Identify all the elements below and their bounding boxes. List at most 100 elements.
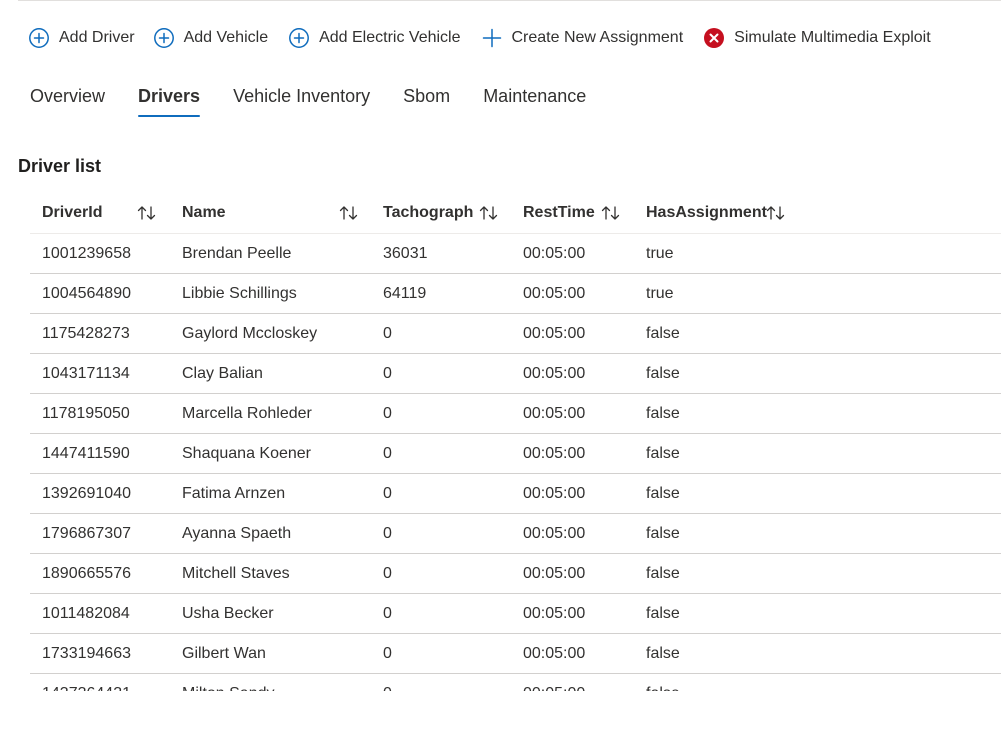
cell-tachograph: 0 xyxy=(383,674,392,692)
cell-hasassignment: false xyxy=(646,604,680,622)
tab-maintenance[interactable]: Maintenance xyxy=(483,83,586,117)
cell-resttime: 00:05:00 xyxy=(523,604,586,622)
table-row[interactable]: 1178195050 Marcella Rohleder 0 00:05:00 fals… xyxy=(30,394,1001,434)
tab-drivers[interactable]: Drivers xyxy=(138,83,201,117)
cell-tachograph: 0 xyxy=(383,644,392,662)
cell-driverid: 1392691040 xyxy=(42,484,131,502)
cell-resttime: 00:05:00 xyxy=(523,324,586,342)
table-header: DriverId Name Tachograph RestTime HasAss… xyxy=(30,193,1001,234)
driver-table: DriverId Name Tachograph RestTime HasAss… xyxy=(30,193,1001,691)
add-driver-button[interactable]: Add Driver xyxy=(28,24,135,52)
column-header-hasassignment[interactable]: HasAssignment xyxy=(646,193,785,233)
add-electric-vehicle-label: Add Electric Vehicle xyxy=(319,29,461,46)
plus-circle-icon xyxy=(288,27,310,49)
cell-name: Clay Balian xyxy=(182,364,263,382)
cell-hasassignment: false xyxy=(646,674,680,692)
cell-driverid: 1796867307 xyxy=(42,524,131,542)
column-header-resttime[interactable]: RestTime xyxy=(523,193,620,233)
cell-driverid: 1890665576 xyxy=(42,564,131,582)
column-header-label: Name xyxy=(182,204,226,221)
cell-resttime: 00:05:00 xyxy=(523,444,586,462)
sort-icon[interactable] xyxy=(478,204,500,222)
cell-tachograph: 0 xyxy=(383,444,392,462)
cell-driverid: 1437364431 xyxy=(42,674,131,692)
column-header-name[interactable]: Name xyxy=(182,193,358,233)
cell-name: Brendan Peelle xyxy=(182,244,292,262)
table-row[interactable]: 1437364431 Milton Sandy 0 00:05:00 false xyxy=(30,674,1001,692)
table-row[interactable]: 1890665576 Mitchell Staves 0 00:05:00 false xyxy=(30,554,1001,594)
cell-driverid: 1001239658 xyxy=(42,244,131,262)
table-row[interactable]: 1392691040 Fatima Arnzen 0 00:05:00 false xyxy=(30,474,1001,514)
cell-hasassignment: false xyxy=(646,564,680,582)
cell-driverid: 1175428273 xyxy=(42,324,130,342)
column-header-tachograph[interactable]: Tachograph xyxy=(383,193,498,233)
cell-resttime: 00:05:00 xyxy=(523,524,586,542)
sort-icon[interactable] xyxy=(765,204,787,222)
cell-driverid: 1447411590 xyxy=(42,444,130,462)
add-electric-vehicle-button[interactable]: Add Electric Vehicle xyxy=(288,24,461,52)
plus-icon xyxy=(481,27,503,49)
cell-hasassignment: true xyxy=(646,244,674,262)
command-bar: Add Driver Add Vehicle Add Electric Vehi… xyxy=(28,24,951,52)
tab-overview[interactable]: Overview xyxy=(30,83,105,117)
sort-icon[interactable] xyxy=(338,204,360,222)
cell-hasassignment: false xyxy=(646,644,680,662)
cell-name: Gaylord Mccloskey xyxy=(182,324,318,342)
tab-vehicle-inventory[interactable]: Vehicle Inventory xyxy=(233,83,370,117)
sort-icon[interactable] xyxy=(136,204,158,222)
cell-resttime: 00:05:00 xyxy=(523,284,586,302)
add-vehicle-label: Add Vehicle xyxy=(183,29,269,46)
cell-tachograph: 36031 xyxy=(383,244,428,262)
cell-name: Shaquana Koener xyxy=(182,444,311,462)
tab-sbom[interactable]: Sbom xyxy=(403,83,450,117)
table-row[interactable]: 1011482084 Usha Becker 0 00:05:00 false xyxy=(30,594,1001,634)
table-row[interactable]: 1001239658 Brendan Peelle 36031 00:05:00 tru… xyxy=(30,234,1001,274)
add-vehicle-button[interactable]: Add Vehicle xyxy=(153,24,269,52)
plus-circle-icon xyxy=(153,27,175,49)
cell-hasassignment: false xyxy=(646,364,680,382)
cell-name: Usha Becker xyxy=(182,604,274,622)
cell-resttime: 00:05:00 xyxy=(523,364,586,382)
table-row[interactable]: 1447411590 Shaquana Koener 0 00:05:00 false xyxy=(30,434,1001,474)
cell-tachograph: 0 xyxy=(383,364,392,382)
cell-name: Milton Sandy xyxy=(182,674,275,692)
sort-icon[interactable] xyxy=(600,204,622,222)
cell-resttime: 00:05:00 xyxy=(523,404,586,422)
cell-name: Fatima Arnzen xyxy=(182,484,286,502)
table-row[interactable]: 1733194663 Gilbert Wan 0 00:05:00 false xyxy=(30,634,1001,674)
cell-hasassignment: false xyxy=(646,324,680,342)
table-row[interactable]: 1175428273 Gaylord Mccloskey 0 00:05:00 fals… xyxy=(30,314,1001,354)
cell-driverid: 1178195050 xyxy=(42,404,130,422)
create-new-assignment-button[interactable]: Create New Assignment xyxy=(481,24,684,52)
simulate-multimedia-exploit-button[interactable]: Simulate Multimedia Exploit xyxy=(703,24,931,52)
table-row[interactable]: 1043171134 Clay Balian 0 00:05:00 false xyxy=(30,354,1001,394)
cell-name: Mitchell Staves xyxy=(182,564,290,582)
cell-hasassignment: false xyxy=(646,444,680,462)
table-row[interactable]: 1004564890 Libbie Schillings 64119 00:05:00… xyxy=(30,274,1001,314)
column-header-label: DriverId xyxy=(42,204,103,221)
cell-tachograph: 0 xyxy=(383,604,392,622)
error-circle-icon xyxy=(703,27,725,49)
table-row[interactable]: 1796867307 Ayanna Spaeth 0 00:05:00 false xyxy=(30,514,1001,554)
top-divider xyxy=(18,0,1001,1)
cell-tachograph: 64119 xyxy=(383,284,427,302)
cell-name: Marcella Rohleder xyxy=(182,404,312,422)
cell-name: Libbie Schillings xyxy=(182,284,297,302)
cell-hasassignment: false xyxy=(646,484,680,502)
cell-resttime: 00:05:00 xyxy=(523,644,586,662)
cell-hasassignment: true xyxy=(646,284,674,302)
plus-circle-icon xyxy=(28,27,50,49)
cell-resttime: 00:05:00 xyxy=(523,244,586,262)
cell-tachograph: 0 xyxy=(383,404,392,422)
table-body: 1001239658 Brendan Peelle 36031 00:05:00 tru… xyxy=(30,234,1001,691)
cell-driverid: 1004564890 xyxy=(42,284,131,302)
cell-name: Gilbert Wan xyxy=(182,644,266,662)
create-new-assignment-label: Create New Assignment xyxy=(511,29,684,46)
cell-tachograph: 0 xyxy=(383,484,392,502)
cell-driverid: 1733194663 xyxy=(42,644,131,662)
cell-resttime: 00:05:00 xyxy=(523,484,586,502)
simulate-multimedia-exploit-label: Simulate Multimedia Exploit xyxy=(734,29,931,46)
cell-resttime: 00:05:00 xyxy=(523,564,586,582)
column-header-driverid[interactable]: DriverId xyxy=(42,193,156,233)
cell-driverid: 1043171134 xyxy=(42,364,130,382)
